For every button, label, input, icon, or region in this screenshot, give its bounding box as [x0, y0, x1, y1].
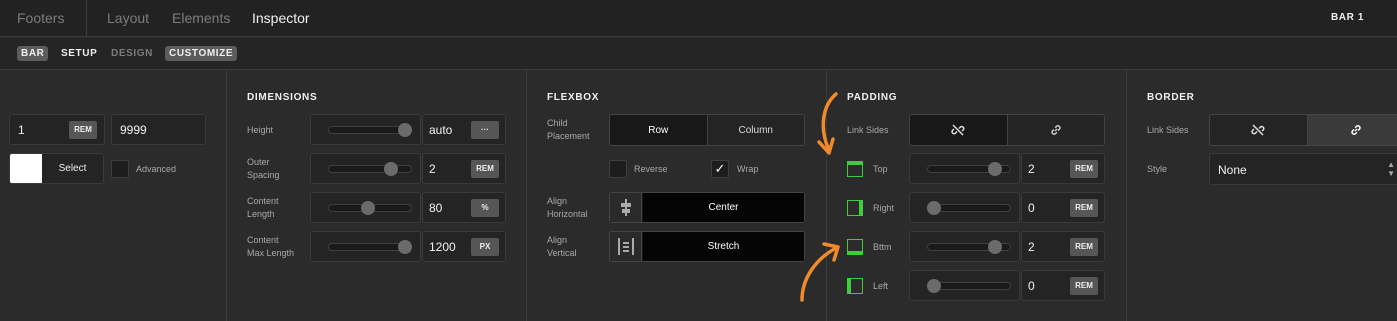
dimension-value-field[interactable]: auto ··· [422, 114, 506, 145]
slider-knob[interactable] [398, 123, 412, 137]
annotation-arrow-icon [800, 242, 840, 302]
border-link-sides-label: Link Sides [1147, 125, 1189, 135]
align-vertical-select[interactable]: Stretch [609, 231, 805, 262]
padding-side-label: Left [873, 281, 889, 291]
padding-slider[interactable] [909, 192, 1020, 223]
border-style-select[interactable]: None ▲ ▼ [1209, 153, 1397, 185]
tab-setup[interactable]: SETUP [61, 48, 97, 59]
padding-link-sides-label: Link Sides [847, 125, 889, 135]
unit-button[interactable]: ··· [471, 121, 499, 139]
dimension-slider[interactable] [310, 192, 421, 223]
link-icon[interactable] [1306, 115, 1397, 145]
dimensions-title: DIMENSIONS [247, 92, 318, 103]
child-placement-toggle: Row Column [609, 114, 805, 146]
dimension-label: Outer Spacing [247, 157, 280, 180]
unit-button[interactable]: REM [1070, 238, 1098, 256]
padding-link-sides-toggle [909, 114, 1105, 146]
padding-value-field[interactable]: 0 REM [1021, 270, 1105, 301]
dimension-value-field[interactable]: 2 REM [422, 153, 506, 184]
dimension-value-field[interactable]: 80 % [422, 192, 506, 223]
unit-button[interactable]: REM [1070, 277, 1098, 295]
align-vertical-label: Align Vertical [547, 235, 577, 258]
padding-left-icon [847, 278, 863, 294]
wrap-checkbox[interactable]: ✓ [711, 160, 729, 178]
padding-value-field[interactable]: 2 REM [1021, 153, 1105, 184]
select-arrows-icon: ▲ ▼ [1387, 160, 1395, 178]
padding-side-label: Right [873, 203, 895, 213]
unlink-icon[interactable] [910, 115, 1007, 145]
checkmark-icon: ✓ [714, 161, 726, 176]
padding-slider[interactable] [909, 231, 1020, 262]
dimension-label: Height [247, 125, 274, 135]
unit-button[interactable]: REM [471, 160, 499, 178]
slider-knob[interactable] [927, 279, 941, 293]
wrap-label: Wrap [737, 164, 759, 174]
padding-side-label: Bttm [873, 242, 892, 252]
column-divider [526, 70, 527, 321]
slider-knob[interactable] [987, 162, 1002, 176]
tab-inspector[interactable]: Inspector [252, 10, 310, 26]
unit-button[interactable]: % [471, 199, 499, 217]
unit-button[interactable]: REM [1070, 160, 1098, 178]
dimension-slider[interactable] [310, 153, 421, 184]
element-type-badge: BAR [17, 46, 49, 61]
border-title: BORDER [1147, 92, 1195, 103]
dimension-slider[interactable] [310, 114, 421, 145]
padding-top-icon [847, 161, 863, 177]
tab-layout[interactable]: Layout [107, 10, 149, 26]
link-icon[interactable] [1006, 115, 1105, 145]
tab-customize[interactable]: CUSTOMIZE [165, 46, 238, 61]
row-option[interactable]: Row [610, 115, 707, 145]
value-b-field[interactable]: 9999 [111, 114, 206, 145]
slider-knob[interactable] [360, 201, 375, 215]
border-style-label: Style [1147, 164, 1168, 174]
slider-knob[interactable] [384, 162, 398, 176]
inspector-subbar: BAR SETUP DESIGN CUSTOMIZE [0, 38, 1397, 70]
padding-value-field[interactable]: 0 REM [1021, 192, 1105, 223]
padding-right-icon [847, 200, 863, 216]
padding-side-label: Top [873, 164, 888, 174]
unit-a-button[interactable]: REM [69, 121, 97, 139]
padding-slider[interactable] [909, 270, 1020, 301]
column-divider [226, 70, 227, 321]
padding-value-field[interactable]: 2 REM [1021, 231, 1105, 262]
unit-button[interactable]: REM [1070, 199, 1098, 217]
slider-knob[interactable] [398, 240, 412, 254]
reverse-checkbox[interactable] [609, 160, 627, 178]
column-divider [1126, 70, 1127, 321]
dimension-label: Content Max Length [247, 235, 295, 258]
border-link-sides-toggle [1209, 114, 1397, 146]
tab-design[interactable]: DESIGN [111, 48, 153, 59]
value-a-field[interactable]: 1 REM [9, 114, 105, 145]
element-name: BAR 1 [1330, 12, 1364, 23]
flexbox-title: FLEXBOX [547, 92, 600, 103]
column-option[interactable]: Column [706, 115, 805, 145]
select-control[interactable]: Select [9, 153, 104, 184]
padding-title: PADDING [847, 92, 898, 103]
annotation-arrow-icon [817, 92, 838, 155]
slider-knob[interactable] [987, 240, 1002, 254]
align-center-icon [610, 193, 642, 222]
slider-knob[interactable] [927, 201, 941, 215]
reverse-label: Reverse [634, 164, 668, 174]
child-placement-label: Child Placement [547, 118, 590, 141]
dimension-value-field[interactable]: 1200 PX [422, 231, 506, 262]
align-horizontal-select[interactable]: Center [609, 192, 805, 223]
unit-button[interactable]: PX [471, 238, 499, 256]
advanced-checkbox[interactable] [111, 160, 129, 178]
divider [86, 0, 87, 37]
color-swatch[interactable] [10, 154, 42, 183]
unlink-icon[interactable] [1210, 115, 1307, 145]
padding-bottom-icon [847, 239, 863, 255]
dimension-slider[interactable] [310, 231, 421, 262]
dimension-label: Content Length [247, 196, 279, 219]
top-navigation-bar: Footers Layout Elements Inspector BAR 1 [0, 0, 1397, 37]
tab-footers[interactable]: Footers [17, 10, 64, 26]
align-horizontal-label: Align Horizontal [547, 196, 588, 219]
tab-elements[interactable]: Elements [172, 10, 230, 26]
select-button[interactable]: Select [42, 154, 103, 183]
advanced-label: Advanced [136, 164, 177, 174]
padding-slider[interactable] [909, 153, 1020, 184]
align-stretch-icon [610, 232, 642, 261]
